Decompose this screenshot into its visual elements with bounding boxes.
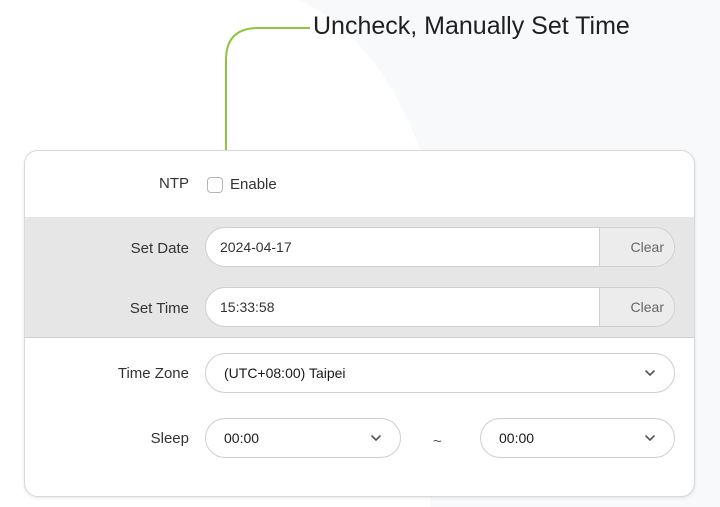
ntp-enable-label[interactable]: Enable (230, 176, 277, 193)
sleep-start-select[interactable]: 00:00 (205, 418, 401, 458)
sleep-range-separator: ~ (433, 433, 442, 450)
time-zone-value: (UTC+08:00) Taipei (224, 365, 346, 381)
time-zone-label: Time Zone (117, 365, 189, 382)
sleep-end-select[interactable]: 00:00 (480, 418, 675, 458)
ntp-enable-checkbox[interactable] (207, 177, 223, 193)
chevron-down-icon (645, 370, 655, 376)
set-time-clear-button[interactable]: Clear (599, 288, 674, 326)
ntp-label: NTP (159, 175, 189, 192)
set-time-label: Set Time (129, 300, 189, 317)
chevron-down-icon (371, 435, 381, 441)
manual-time-section: Set Date 2024-04-17 Clear Set Time 15:33… (25, 217, 694, 338)
set-time-value: 15:33:58 (220, 299, 275, 315)
set-date-label: Set Date (130, 240, 189, 257)
sleep-label: Sleep (150, 430, 189, 447)
set-time-input[interactable]: 15:33:58 Clear (205, 287, 675, 327)
set-date-input[interactable]: 2024-04-17 Clear (205, 227, 675, 267)
sleep-end-value: 00:00 (499, 430, 535, 446)
set-date-value: 2024-04-17 (220, 239, 292, 255)
time-zone-select[interactable]: (UTC+08:00) Taipei (205, 353, 675, 393)
chevron-down-icon (645, 435, 655, 441)
annotation-text: Uncheck, Manually Set Time (313, 12, 630, 40)
sleep-start-value: 00:00 (224, 430, 260, 446)
time-settings-panel: NTP Enable Set Date 2024-04-17 Clear Set… (24, 150, 695, 497)
set-date-clear-button[interactable]: Clear (599, 228, 674, 266)
ntp-row: NTP Enable (25, 151, 694, 218)
